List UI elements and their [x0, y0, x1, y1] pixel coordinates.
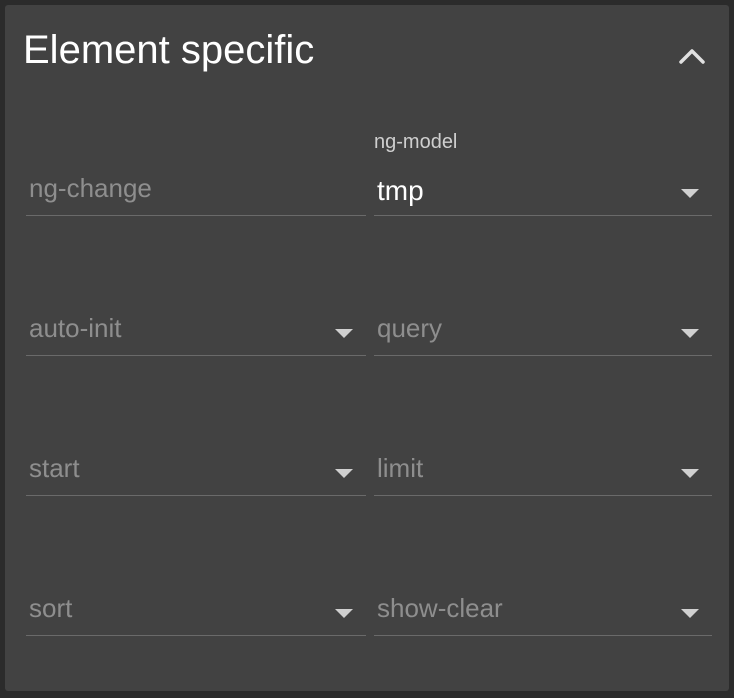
collapse-button[interactable] — [673, 41, 711, 71]
limit-underline — [374, 495, 712, 496]
show-clear-underline — [374, 635, 712, 636]
auto-init-underline — [26, 355, 366, 356]
chevron-up-icon — [679, 49, 705, 64]
query-placeholder: query — [377, 313, 443, 343]
ng-change-input[interactable]: ng-change — [26, 156, 366, 216]
auto-init-placeholder: auto-init — [29, 313, 122, 343]
sort-underline — [26, 635, 366, 636]
query-underline — [374, 355, 712, 356]
limit-dropdown-caret-icon — [681, 469, 699, 478]
ng-change-placeholder: ng-change — [29, 173, 152, 203]
query-select[interactable]: query — [374, 296, 712, 356]
show-clear-dropdown-caret-icon — [681, 609, 699, 618]
auto-init-dropdown-caret-icon — [335, 329, 353, 338]
query-dropdown-caret-icon — [681, 329, 699, 338]
section-title: Element specific — [23, 28, 315, 72]
ng-model-select[interactable]: ng-model tmp — [374, 132, 712, 216]
start-underline — [26, 495, 366, 496]
show-clear-select[interactable]: show-clear — [374, 576, 712, 636]
limit-select[interactable]: limit — [374, 436, 712, 496]
start-dropdown-caret-icon — [335, 469, 353, 478]
start-select[interactable]: start — [26, 436, 366, 496]
sort-placeholder: sort — [29, 593, 73, 623]
start-placeholder: start — [29, 453, 80, 483]
ng-model-dropdown-caret-icon — [681, 189, 699, 198]
ng-model-label: ng-model — [374, 131, 458, 153]
ng-change-underline — [26, 215, 366, 216]
show-clear-placeholder: show-clear — [377, 593, 503, 623]
ng-model-underline — [374, 215, 712, 216]
sort-dropdown-caret-icon — [335, 609, 353, 618]
element-specific-panel: Element specific ng-change ng-model tmp … — [5, 5, 729, 691]
auto-init-select[interactable]: auto-init — [26, 296, 366, 356]
sort-select[interactable]: sort — [26, 576, 366, 636]
limit-placeholder: limit — [377, 453, 424, 483]
ng-model-value: tmp — [377, 175, 424, 206]
